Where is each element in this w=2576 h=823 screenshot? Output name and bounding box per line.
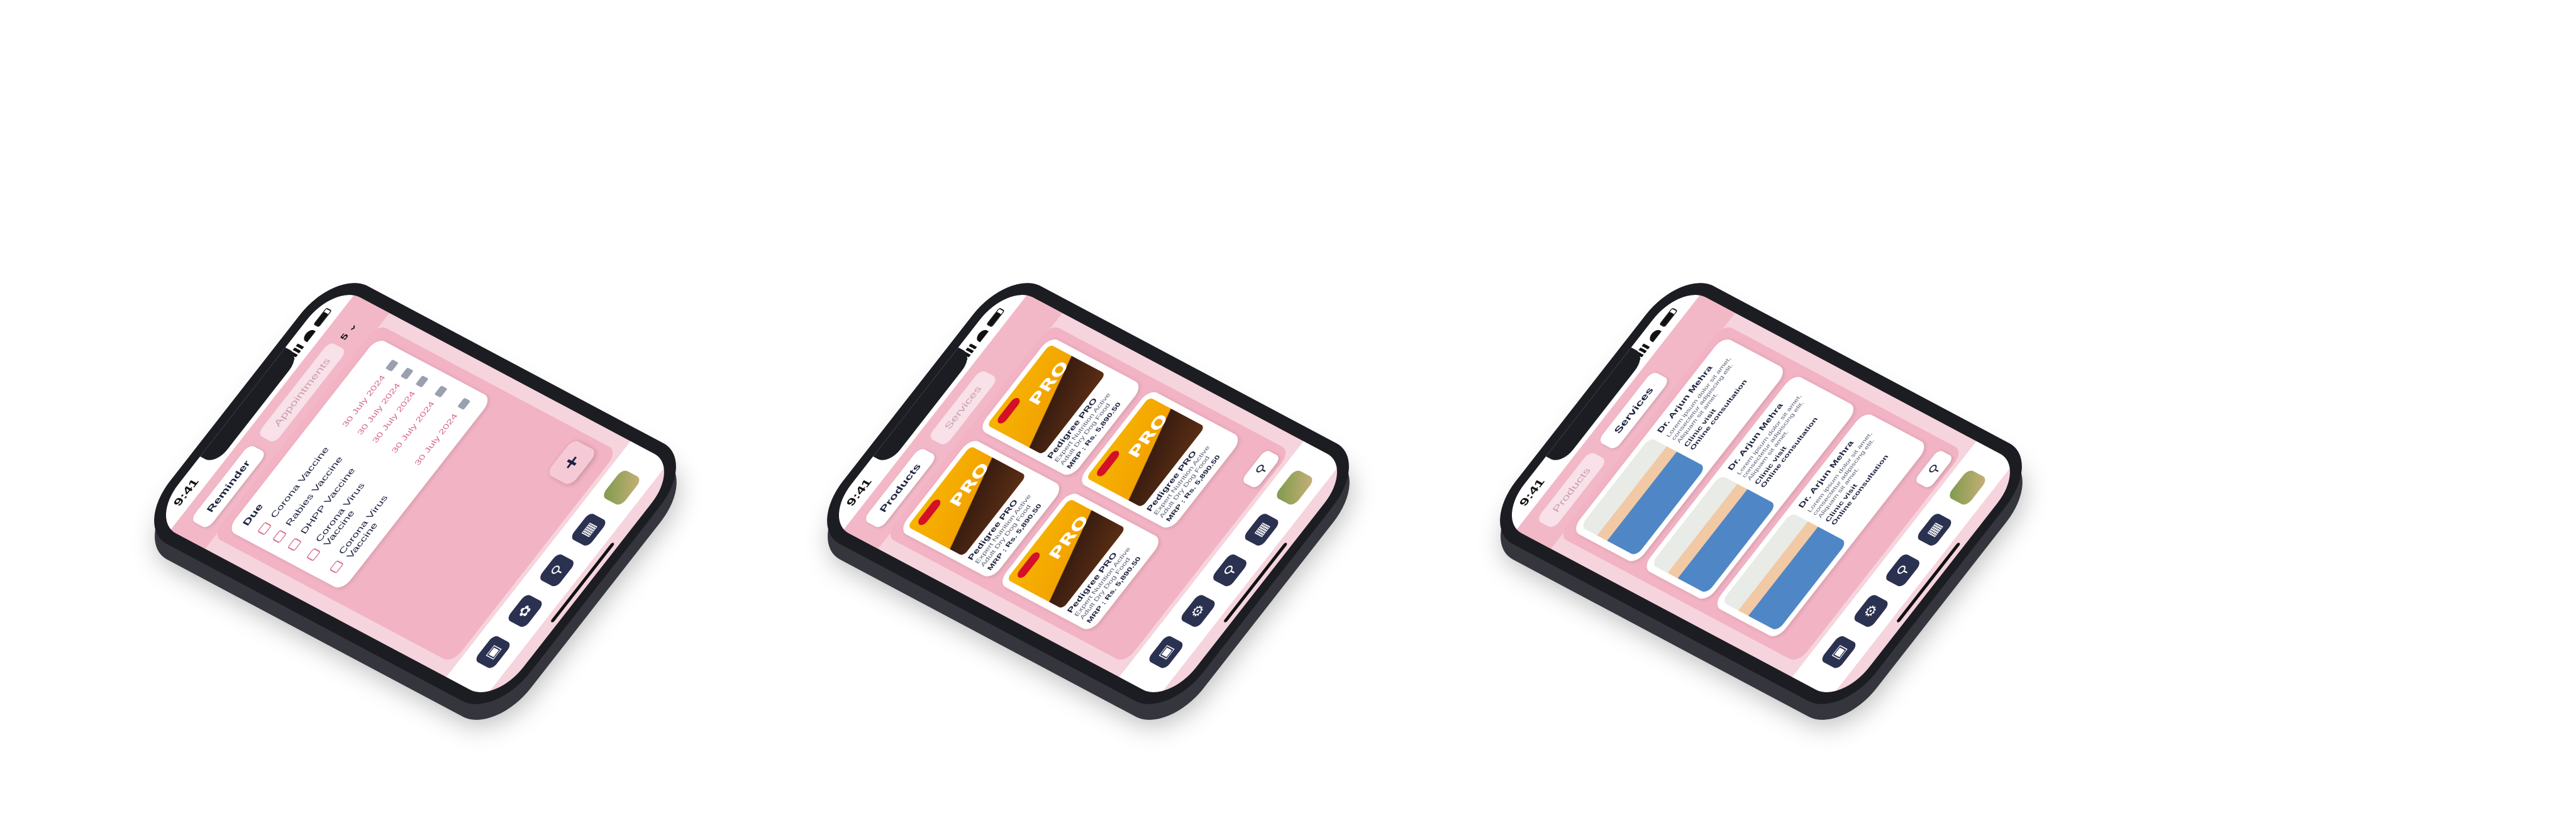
battery-icon <box>1659 307 1678 328</box>
battery-icon <box>313 307 332 328</box>
wifi-icon <box>974 328 989 343</box>
avatar[interactable] <box>1274 468 1316 507</box>
checkbox[interactable] <box>272 529 287 544</box>
checkbox[interactable] <box>287 538 302 551</box>
phone-screen: 9:41 Products Services Dr. Arjun Mehra L… <box>1496 284 2026 704</box>
phone-reminder: 9:41 Reminder Appointments 5 ⌄ Due Coron… <box>0 0 696 823</box>
services-icon[interactable]: ⚙ <box>1852 593 1890 629</box>
product-badge: PRO <box>1124 411 1172 461</box>
phone-frame: 9:41 Products Services Dr. Arjun Mehra L… <box>1480 268 2042 719</box>
product-badge: PRO <box>1025 358 1073 409</box>
home-icon[interactable]: ▣ <box>474 634 513 670</box>
brand-logo <box>995 396 1022 425</box>
phone-screen: 9:41 Reminder Appointments 5 ⌄ Due Coron… <box>150 284 680 704</box>
search-icon: ⚲ <box>1252 461 1270 477</box>
home-icon[interactable]: ▣ <box>1146 634 1185 670</box>
search-icon[interactable]: ⚲ <box>1211 553 1250 588</box>
calendar-icon[interactable] <box>415 375 429 388</box>
wifi-icon <box>301 328 316 343</box>
phone-frame: 9:41 Reminder Appointments 5 ⌄ Due Coron… <box>134 268 696 719</box>
calendar-icon[interactable] <box>400 367 414 380</box>
avatar[interactable] <box>601 468 643 507</box>
brand-logo <box>1015 551 1042 580</box>
brand-logo <box>916 498 943 527</box>
calendar-icon[interactable]: ▦ <box>1915 512 1954 548</box>
services-icon[interactable]: ⚙ <box>1179 593 1218 629</box>
search-icon[interactable]: ⚲ <box>1884 553 1923 588</box>
search-icon: ⚲ <box>1924 461 1943 477</box>
calendar-icon[interactable]: ▦ <box>569 512 608 548</box>
product-badge: PRO <box>946 460 994 510</box>
calendar-icon[interactable]: ▦ <box>1242 512 1281 548</box>
battery-icon <box>986 307 1005 328</box>
search-icon[interactable]: ⚲ <box>538 553 577 588</box>
pet-icon[interactable]: ✿ <box>506 593 545 629</box>
product-badge: PRO <box>1045 512 1093 563</box>
checkbox[interactable] <box>329 560 344 574</box>
phone-frame: 9:41 Products Services PRO Pedigree PRO … <box>807 268 1369 719</box>
avatar[interactable] <box>1946 468 1989 507</box>
calendar-icon[interactable] <box>457 397 471 411</box>
calendar-icon[interactable] <box>434 385 448 398</box>
checkbox[interactable] <box>306 548 321 561</box>
phone-services: 9:41 Products Services Dr. Arjun Mehra L… <box>1346 0 2042 823</box>
calendar-icon[interactable] <box>385 359 399 372</box>
checkbox[interactable] <box>257 521 272 536</box>
brand-logo <box>1094 449 1121 478</box>
home-icon[interactable]: ▣ <box>1819 634 1858 670</box>
phone-screen: 9:41 Products Services PRO Pedigree PRO … <box>823 284 1353 704</box>
wifi-icon <box>1647 328 1662 343</box>
phone-products: 9:41 Products Services PRO Pedigree PRO … <box>673 0 1369 823</box>
